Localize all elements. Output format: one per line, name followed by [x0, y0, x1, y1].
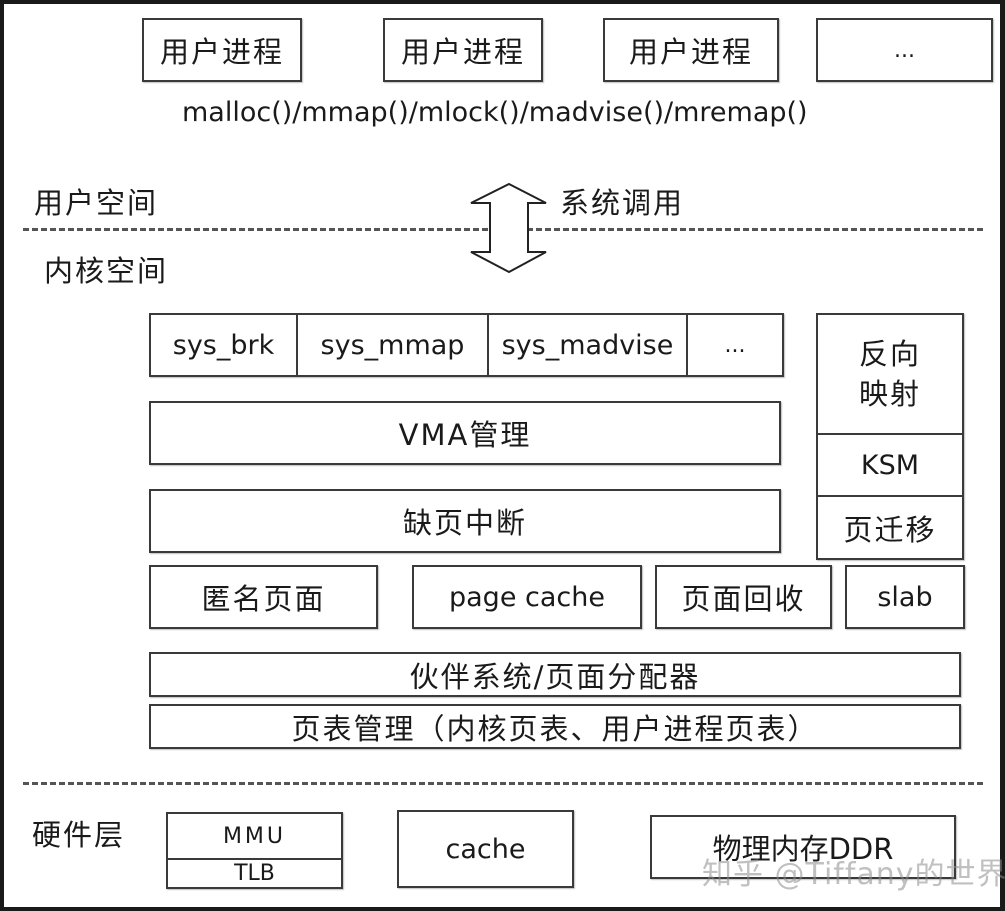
slab-box: slab [845, 565, 965, 629]
syscall-label: sys_brk [172, 329, 275, 361]
page-migration-cell: 页迁移 [818, 497, 962, 558]
reverse-mapping-label-line-1: 反向 [858, 337, 921, 371]
ksm-cell: KSM [818, 435, 962, 497]
page-table-label: 页表管理（内核页表、用户进程页表） [291, 711, 819, 746]
buddy-allocator-box: 伙伴系统/页面分配器 [149, 652, 961, 697]
anon-pages-label: 匿名页面 [201, 582, 326, 616]
kernel-space-label: 内核空间 [44, 254, 169, 288]
syscall-label: sys_madvise [501, 329, 674, 361]
syscall-cell-sys-mmap: sys_mmap [298, 315, 489, 375]
kernel-hardware-divider [23, 782, 983, 785]
page-fault-box: 缺页中断 [149, 489, 781, 553]
vma-management-label: VMA管理 [398, 418, 532, 452]
mmu-tlb-box: MMU TLB [166, 812, 343, 889]
page-reclaim-label: 页面回收 [681, 582, 806, 616]
page-fault-label: 缺页中断 [402, 506, 527, 540]
anon-pages-box: 匿名页面 [149, 565, 378, 629]
syscall-label: ... [724, 332, 746, 358]
reverse-mapping-cell: 反向 映射 [818, 315, 962, 435]
mmu-label: MMU [222, 823, 287, 849]
buddy-allocator-label: 伙伴系统/页面分配器 [409, 659, 701, 694]
syscall-cell-sys-madvise: sys_madvise [489, 315, 688, 375]
syscall-double-arrow [470, 182, 547, 274]
hardware-layer-label: 硬件层 [32, 818, 126, 852]
slab-label: slab [877, 581, 933, 613]
cpu-cache-box: cache [397, 810, 574, 888]
vma-management-box: VMA管理 [149, 401, 781, 465]
syscall-cell-more: ... [688, 315, 782, 375]
cpu-cache-label: cache [445, 833, 526, 865]
side-stack: 反向 映射 KSM 页迁移 [816, 313, 964, 560]
tlb-cell: TLB [168, 860, 341, 887]
memory-management-diagram: 用户进程 用户进程 用户进程 ... malloc()/mmap()/mlock… [4, 4, 1005, 907]
page-table-box: 页表管理（内核页表、用户进程页表） [149, 704, 961, 749]
syscall-row: sys_brk sys_mmap sys_madvise ... [149, 313, 784, 377]
reverse-mapping-label-line-2: 映射 [858, 377, 921, 411]
page-migration-label: 页迁移 [843, 512, 937, 547]
page-cache-box: page cache [412, 565, 642, 629]
page-cache-label: page cache [449, 581, 605, 613]
page-reclaim-box: 页面回收 [655, 565, 832, 629]
watermark-text: 知乎 @Tiffany的世界 [702, 857, 1005, 892]
ksm-label: KSM [860, 449, 920, 481]
syscall-label: sys_mmap [320, 329, 465, 361]
tlb-label: TLB [234, 861, 275, 886]
mmu-cell: MMU [168, 814, 341, 860]
syscall-cell-sys-brk: sys_brk [151, 315, 298, 375]
